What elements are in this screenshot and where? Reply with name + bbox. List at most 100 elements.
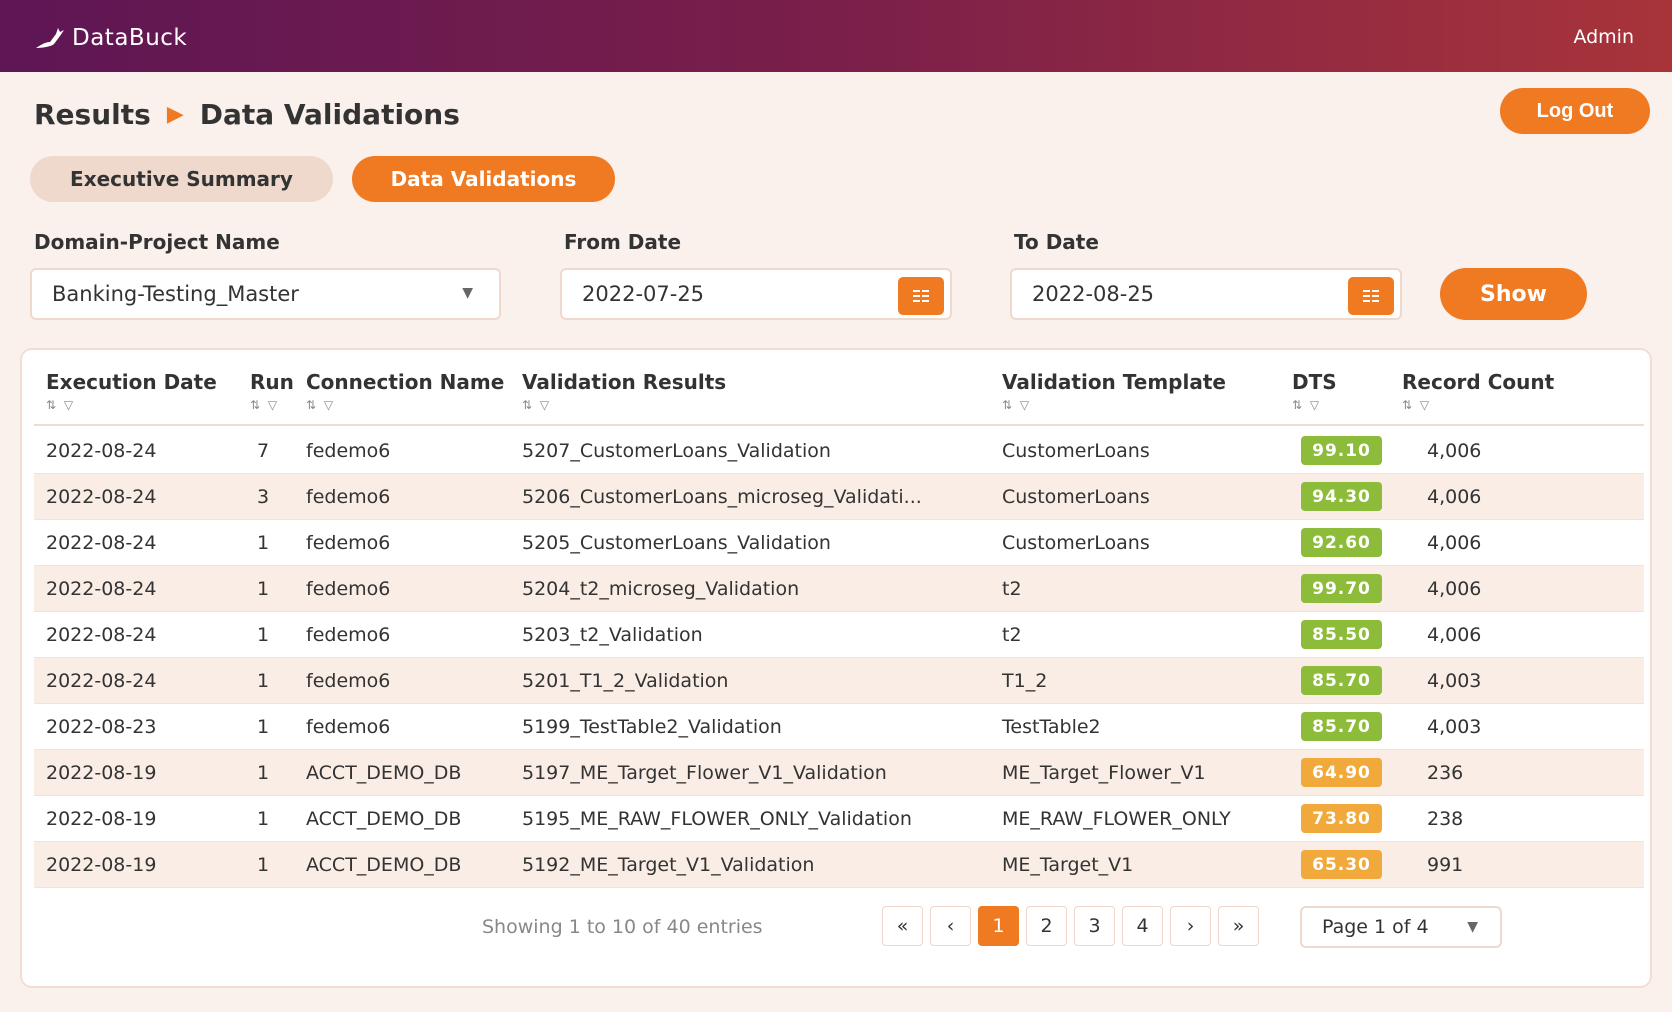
cell-validation-results[interactable]: 5192_ME_Target_V1_Validation [522, 854, 814, 876]
cell-validation-results[interactable]: 5206_CustomerLoans_microseg_Validati... [522, 486, 922, 508]
page-button-1[interactable]: 1 [978, 906, 1019, 946]
cell-connection-name: fedemo6 [306, 624, 391, 646]
from-date-calendar-button[interactable] [898, 277, 944, 315]
table-row[interactable]: 2022-08-24 1 fedemo6 5203_t2_Validation t2 4,… [34, 612, 1644, 658]
cell-execution-date: 2022-08-19 [46, 854, 157, 876]
table-row[interactable]: 2022-08-19 1 ACCT_DEMO_DB 5192_ME_Target_V1… [34, 842, 1644, 888]
cell-connection-name: fedemo6 [306, 670, 391, 692]
dts-badge: 65.30 [1301, 850, 1382, 879]
cell-validation-template: TestTable2 [1002, 716, 1101, 738]
table-row[interactable]: 2022-08-19 1 ACCT_DEMO_DB 5197_ME_Target_Fl… [34, 750, 1644, 796]
table-row[interactable]: 2022-08-19 1 ACCT_DEMO_DB 5195_ME_RAW_FLOWE… [34, 796, 1644, 842]
breadcrumb-separator-icon: ▶ [166, 102, 184, 127]
table-row[interactable]: 2022-08-24 7 fedemo6 5207_CustomerLoans_Val… [34, 428, 1644, 474]
last-page-button[interactable]: » [1218, 906, 1259, 946]
cell-run: 1 [256, 762, 270, 784]
cell-run: 7 [256, 440, 270, 462]
cell-validation-template: ME_Target_Flower_V1 [1002, 762, 1206, 784]
cell-execution-date: 2022-08-19 [46, 762, 157, 784]
table-row[interactable]: 2022-08-24 1 fedemo6 5205_CustomerLoans_Val… [34, 520, 1644, 566]
cell-validation-results[interactable]: 5204_t2_microseg_Validation [522, 578, 799, 600]
cell-record-count: 4,006 [1427, 440, 1482, 462]
table-row[interactable]: 2022-08-24 1 fedemo6 5204_t2_microseg_Valid… [34, 566, 1644, 612]
deer-logo-icon [36, 28, 64, 48]
cell-validation-template: t2 [1002, 578, 1022, 600]
cell-validation-template: CustomerLoans [1002, 440, 1150, 462]
to-date-calendar-button[interactable] [1348, 277, 1394, 315]
cell-validation-template: ME_RAW_FLOWER_ONLY [1002, 808, 1231, 830]
table-row[interactable]: 2022-08-24 3 fedemo6 5206_CustomerLoans_mic… [34, 474, 1644, 520]
cell-validation-results[interactable]: 5199_TestTable2_Validation [522, 716, 782, 738]
cell-connection-name: ACCT_DEMO_DB [306, 808, 462, 830]
cell-execution-date: 2022-08-23 [46, 716, 157, 738]
breadcrumb-parent[interactable]: Results [34, 98, 151, 131]
sort-filter-icon[interactable]: ⇅ ▽ [1292, 398, 1337, 412]
to-date-label: To Date [1014, 230, 1099, 254]
dts-badge: 94.30 [1301, 482, 1382, 511]
column-dts[interactable]: DTS ⇅ ▽ [1292, 370, 1337, 412]
prev-page-button[interactable]: ‹ [930, 906, 971, 946]
from-date-label: From Date [564, 230, 682, 254]
top-bar: DataBuck Admin [0, 0, 1672, 72]
cell-validation-results[interactable]: 5197_ME_Target_Flower_V1_Validation [522, 762, 887, 784]
user-menu[interactable]: Admin [1573, 26, 1634, 48]
domain-select[interactable]: Banking-Testing_Master ▼ [30, 268, 501, 320]
cell-record-count: 4,006 [1427, 486, 1482, 508]
from-date-input[interactable]: 2022-07-25 [560, 268, 952, 320]
sort-filter-icon[interactable]: ⇅ ▽ [1002, 398, 1226, 412]
brand-logo[interactable]: DataBuck [34, 24, 187, 52]
dts-badge: 99.70 [1301, 574, 1382, 603]
to-date-value: 2022-08-25 [1032, 282, 1155, 306]
cell-execution-date: 2022-08-24 [46, 578, 157, 600]
brand-name: DataBuck [72, 25, 188, 51]
dts-badge: 85.70 [1301, 666, 1382, 695]
cell-record-count: 236 [1427, 762, 1464, 784]
cell-record-count: 4,006 [1427, 532, 1482, 554]
cell-validation-results[interactable]: 5205_CustomerLoans_Validation [522, 532, 831, 554]
cell-execution-date: 2022-08-24 [46, 440, 157, 462]
to-date-input[interactable]: 2022-08-25 [1010, 268, 1402, 320]
column-record-count[interactable]: Record Count ⇅ ▽ [1402, 370, 1554, 412]
tab-data-validations[interactable]: Data Validations [352, 156, 615, 202]
sort-filter-icon[interactable]: ⇅ ▽ [522, 398, 726, 412]
show-button[interactable]: Show [1440, 268, 1587, 320]
cell-record-count: 4,003 [1427, 716, 1482, 738]
next-page-button[interactable]: › [1170, 906, 1211, 946]
sort-filter-icon[interactable]: ⇅ ▽ [1402, 398, 1554, 412]
sort-filter-icon[interactable]: ⇅ ▽ [250, 398, 294, 412]
page-select[interactable]: Page 1 of 4 ▼ [1300, 906, 1502, 948]
cell-validation-results[interactable]: 5207_CustomerLoans_Validation [522, 440, 831, 462]
cell-execution-date: 2022-08-24 [46, 624, 157, 646]
table-header: Execution Date ⇅ ▽ Run ⇅ ▽ Connection Na… [34, 360, 1644, 426]
table-row[interactable]: 2022-08-24 1 fedemo6 5201_T1_2_Validation T1… [34, 658, 1644, 704]
cell-run: 1 [256, 808, 270, 830]
cell-validation-results[interactable]: 5203_t2_Validation [522, 624, 703, 646]
column-validation-results[interactable]: Validation Results ⇅ ▽ [522, 370, 726, 412]
sort-filter-icon[interactable]: ⇅ ▽ [46, 398, 217, 412]
cell-validation-results[interactable]: 5201_T1_2_Validation [522, 670, 728, 692]
cell-record-count: 991 [1427, 854, 1464, 876]
cell-run: 1 [256, 854, 270, 876]
column-run[interactable]: Run ⇅ ▽ [250, 370, 294, 412]
column-connection-name[interactable]: Connection Name ⇅ ▽ [306, 370, 504, 412]
domain-label: Domain-Project Name [34, 230, 280, 254]
table-row[interactable]: 2022-08-23 1 fedemo6 5199_TestTable2_Valida… [34, 704, 1644, 750]
tab-executive-summary[interactable]: Executive Summary [30, 156, 333, 202]
column-validation-template[interactable]: Validation Template ⇅ ▽ [1002, 370, 1226, 412]
page-button-2[interactable]: 2 [1026, 906, 1067, 946]
cell-connection-name: fedemo6 [306, 716, 391, 738]
cell-execution-date: 2022-08-19 [46, 808, 157, 830]
cell-execution-date: 2022-08-24 [46, 670, 157, 692]
page-button-4[interactable]: 4 [1122, 906, 1163, 946]
first-page-button[interactable]: « [882, 906, 923, 946]
logout-button[interactable]: Log Out [1500, 88, 1650, 134]
column-execution-date[interactable]: Execution Date ⇅ ▽ [46, 370, 217, 412]
chevron-down-icon: ▼ [462, 285, 473, 301]
cell-validation-template: ME_Target_V1 [1002, 854, 1134, 876]
page-select-value: Page 1 of 4 [1322, 916, 1429, 938]
sort-filter-icon[interactable]: ⇅ ▽ [306, 398, 504, 412]
results-panel: Execution Date ⇅ ▽ Run ⇅ ▽ Connection Na… [20, 348, 1652, 988]
cell-validation-results[interactable]: 5195_ME_RAW_FLOWER_ONLY_Validation [522, 808, 912, 830]
cell-run: 1 [256, 532, 270, 554]
page-button-3[interactable]: 3 [1074, 906, 1115, 946]
